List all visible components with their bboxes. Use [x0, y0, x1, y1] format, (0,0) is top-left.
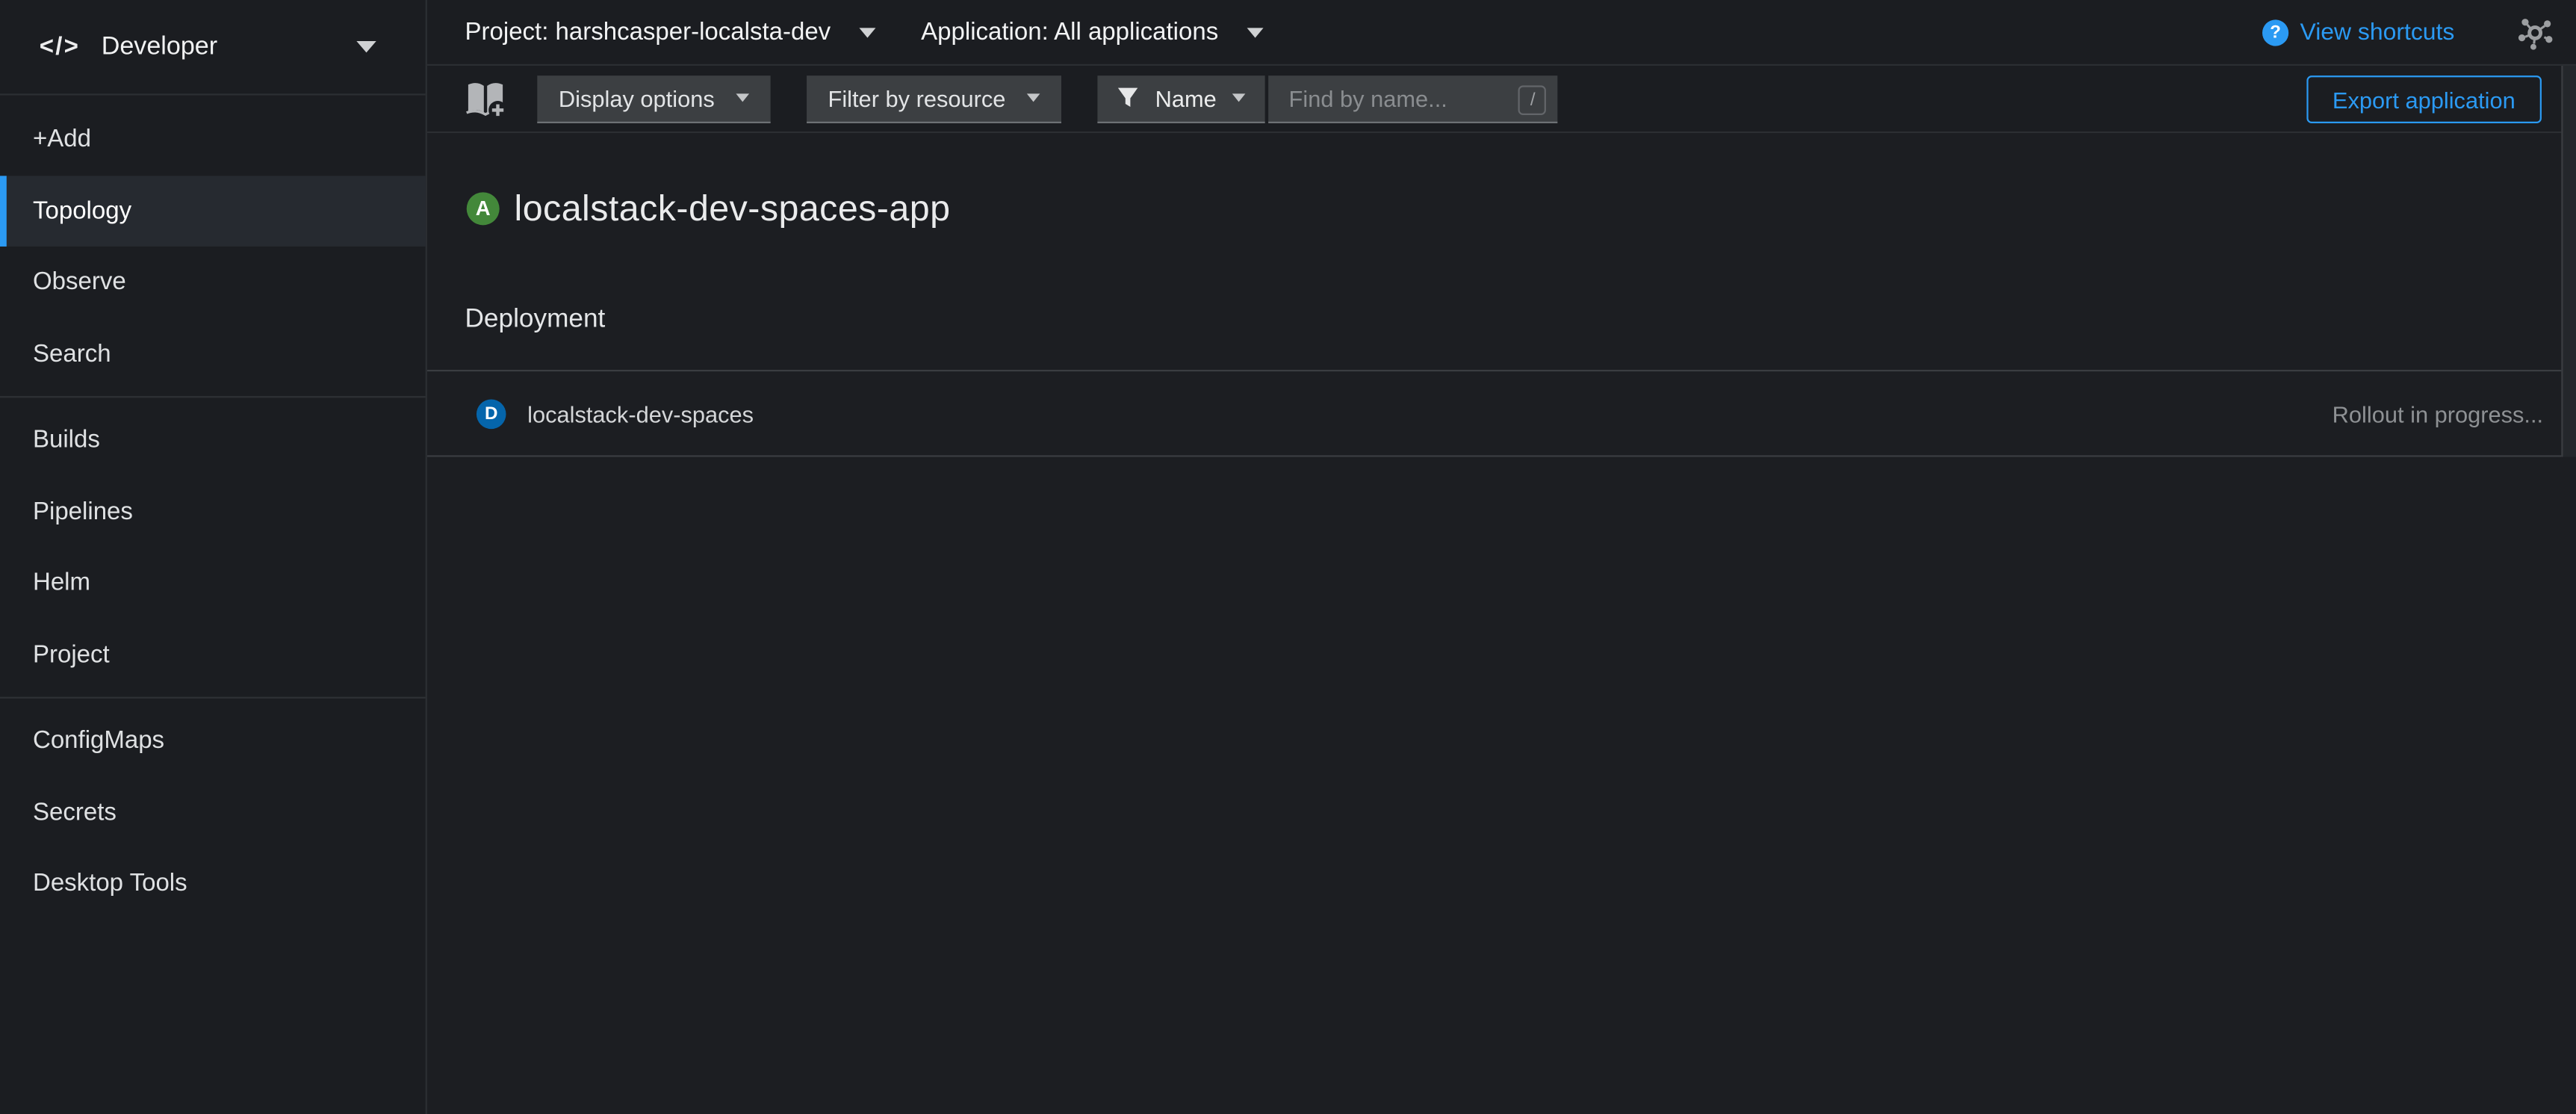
project-selector[interactable]: Project: harshcasper-localsta-dev	[465, 18, 875, 46]
sidebar-item-observe[interactable]: Observe	[0, 247, 426, 318]
chevron-down-icon	[859, 27, 875, 37]
content-scrollbar-track[interactable]	[2561, 66, 2576, 457]
display-options-label: Display options	[559, 84, 715, 111]
resource-list: D localstack-dev-spaces Rollout in progr…	[427, 371, 2576, 458]
sidebar-item-configmaps[interactable]: ConfigMaps	[0, 705, 426, 777]
sidebar-item-search[interactable]: Search	[0, 318, 426, 390]
sidebar-item-helm[interactable]: Helm	[0, 548, 426, 619]
help-icon: ?	[2262, 19, 2288, 45]
display-options-dropdown[interactable]: Display options	[537, 75, 770, 123]
chevron-down-icon	[1027, 93, 1040, 102]
find-by-name-wrap: /	[1269, 75, 1558, 123]
sidebar-item-label: Helm	[33, 569, 90, 597]
application-badge: A	[467, 192, 500, 225]
sidebar-item-builds[interactable]: Builds	[0, 404, 426, 476]
name-filter-label: Name	[1155, 84, 1217, 111]
filter-by-resource-dropdown[interactable]: Filter by resource	[807, 75, 1061, 123]
sidebar-item-label: Topology	[33, 197, 131, 224]
application-selector-label: Application: All applications	[921, 18, 1218, 46]
perspective-label: Developer	[102, 32, 217, 62]
sidebar-item-label: ConfigMaps	[33, 727, 164, 755]
name-filter-dropdown[interactable]: Name	[1098, 75, 1266, 123]
divider	[427, 456, 2576, 457]
sidebar-item-label: Secrets	[33, 799, 117, 826]
sidebar-item-pipelines[interactable]: Pipelines	[0, 476, 426, 548]
sidebar-item-secrets[interactable]: Secrets	[0, 776, 426, 848]
name-filter-group: Name /	[1098, 75, 1559, 123]
resource-row[interactable]: D localstack-dev-spaces Rollout in progr…	[427, 372, 2576, 456]
application-title: localstack-dev-spaces-app	[515, 187, 951, 229]
application-group-header: A localstack-dev-spaces-app	[467, 163, 2576, 254]
chevron-down-icon	[736, 93, 749, 102]
topology-view-icon[interactable]	[2517, 14, 2553, 50]
code-icon: </>	[40, 33, 80, 61]
filter-funnel-icon	[1117, 87, 1139, 109]
quick-search-book-icon[interactable]	[463, 78, 507, 119]
sidebar-item-desktop-tools[interactable]: Desktop Tools	[0, 848, 426, 920]
perspective-switcher[interactable]: </> Developer	[0, 0, 426, 96]
sidebar-item-label: Pipelines	[33, 498, 133, 525]
sidebar-item-add[interactable]: +Add	[0, 104, 426, 176]
chevron-down-icon	[1233, 93, 1247, 102]
sidebar-item-label: Desktop Tools	[33, 870, 187, 897]
resource-status-text: Rollout in progress...	[2333, 401, 2543, 427]
sidebar-item-label: Builds	[33, 426, 100, 454]
project-selector-label: Project: harshcasper-localsta-dev	[465, 18, 831, 46]
view-shortcuts-link[interactable]: ? View shortcuts	[2262, 19, 2454, 45]
sidebar-item-label: +Add	[33, 126, 91, 153]
chevron-down-icon	[356, 41, 376, 52]
find-by-name-input[interactable]	[1269, 75, 1558, 123]
topology-toolbar: Display options Filter by resource Name …	[427, 66, 2576, 133]
resource-group-heading: Deployment	[465, 306, 2576, 336]
chevron-down-icon	[1247, 27, 1263, 37]
sidebar-nav: +Add Topology Observe Search Builds Pipe…	[0, 96, 426, 920]
sidebar-item-topology[interactable]: Topology	[0, 175, 426, 247]
export-application-button[interactable]: Export application	[2306, 75, 2542, 123]
sidebar-item-label: Project	[33, 640, 110, 668]
sidebar-item-label: Observe	[33, 268, 126, 296]
masthead: Project: harshcasper-localsta-dev Applic…	[427, 0, 2576, 66]
masthead-right: ? View shortcuts	[2262, 14, 2576, 50]
filter-by-resource-label: Filter by resource	[828, 84, 1006, 111]
sidebar-item-project[interactable]: Project	[0, 619, 426, 690]
resource-name-link[interactable]: localstack-dev-spaces	[527, 401, 754, 427]
app-root: </> Developer +Add Topology Observe Sear…	[0, 0, 2576, 1114]
topology-list-view: A localstack-dev-spaces-app Deployment D…	[427, 133, 2576, 1114]
deployment-badge: D	[477, 399, 506, 429]
view-shortcuts-label: View shortcuts	[2300, 19, 2455, 45]
slash-shortcut-badge: /	[1519, 84, 1547, 114]
application-selector[interactable]: Application: All applications	[921, 18, 1262, 46]
sidebar: </> Developer +Add Topology Observe Sear…	[0, 0, 427, 1114]
sidebar-item-label: Search	[33, 340, 111, 368]
